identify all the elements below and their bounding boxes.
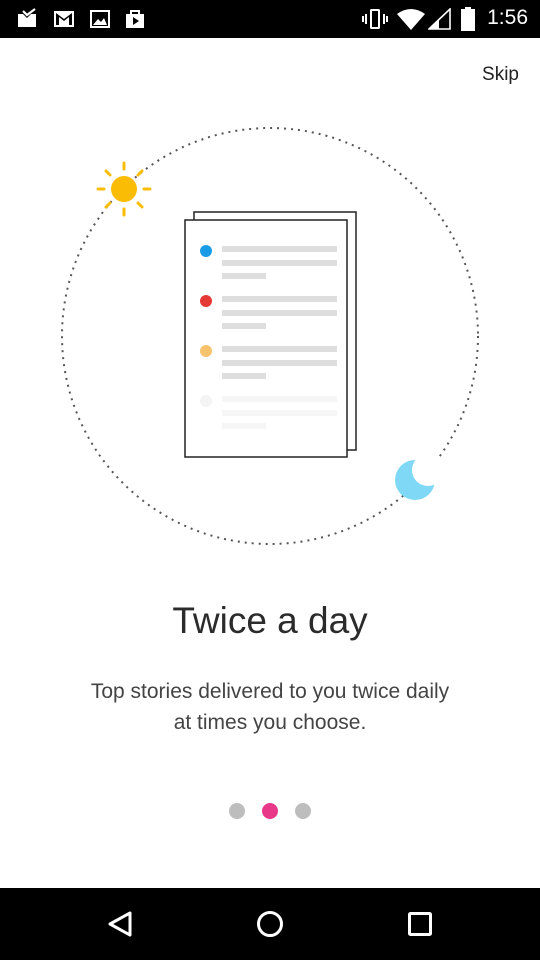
bullet-faded bbox=[200, 395, 212, 407]
play-store-icon bbox=[126, 10, 144, 28]
onboarding-title: Twice a day bbox=[172, 600, 368, 641]
page-dot-3[interactable] bbox=[295, 803, 311, 819]
inbox-icon bbox=[18, 8, 36, 27]
back-icon[interactable] bbox=[70, 888, 170, 960]
image-icon bbox=[90, 10, 110, 28]
vibrate-icon bbox=[362, 9, 388, 29]
onboarding-illustration bbox=[61, 127, 479, 545]
subtitle-line-2: at times you choose. bbox=[173, 711, 367, 734]
onboarding-subtitle: Top stories delivered to you twice daily… bbox=[40, 676, 500, 738]
battery-icon bbox=[461, 7, 475, 31]
page-dot-1[interactable] bbox=[229, 803, 245, 819]
home-icon[interactable] bbox=[220, 888, 320, 960]
page-dot-2-active[interactable] bbox=[262, 803, 278, 819]
navigation-bar bbox=[0, 888, 540, 960]
bullet-yellow bbox=[200, 345, 212, 357]
bullet-blue bbox=[200, 245, 212, 257]
wifi-icon bbox=[397, 9, 425, 30]
subtitle-line-1: Top stories delivered to you twice daily bbox=[90, 680, 450, 703]
moon-icon bbox=[395, 454, 444, 500]
recents-icon[interactable] bbox=[370, 888, 470, 960]
gmail-icon bbox=[54, 11, 74, 27]
signal-icon bbox=[428, 8, 451, 30]
status-bar: 1:56 bbox=[0, 0, 540, 38]
skip-button[interactable]: Skip bbox=[482, 64, 519, 86]
page-indicator bbox=[0, 803, 540, 821]
document-icon bbox=[184, 211, 357, 458]
bullet-red bbox=[200, 295, 212, 307]
status-time: 1:56 bbox=[487, 6, 528, 29]
sun-icon bbox=[96, 161, 152, 217]
